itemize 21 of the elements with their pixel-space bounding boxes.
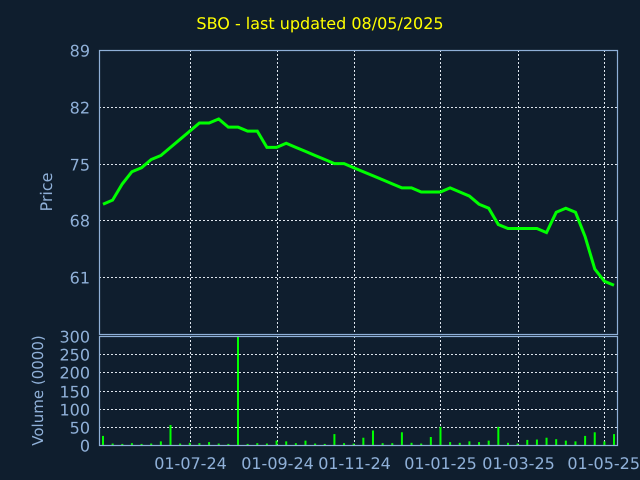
- axis-tick-label: 01-07-24: [154, 454, 227, 473]
- axis-title: Price: [37, 172, 56, 212]
- chart-title: SBO - last updated 08/05/2025: [196, 14, 444, 35]
- axis-tick-label: 89: [70, 42, 90, 60]
- axis-tick-label: 0: [80, 436, 90, 456]
- axis-tick-label: 01-11-24: [318, 454, 391, 473]
- axis-tick-label: 01-01-25: [404, 454, 477, 473]
- axis-tick-label: 82: [70, 98, 90, 118]
- axis-tick-label: 68: [70, 212, 90, 230]
- axis-tick-label: 01-05-25: [567, 454, 640, 473]
- axis-tick-label: 200: [59, 364, 90, 382]
- axis-tick-label: 100: [59, 400, 90, 420]
- axis-tick-label: 300: [59, 328, 90, 346]
- axis-tick-label: 61: [70, 268, 90, 288]
- axis-tick-label: 150: [59, 382, 90, 402]
- axis-tick-label: 250: [59, 346, 90, 364]
- axis-tick-label: 01-09-24: [241, 454, 314, 473]
- axis-tick-label: 50: [70, 418, 90, 438]
- axis-tick-label: 01-03-25: [482, 454, 555, 473]
- axis-title: Volume (0000): [29, 335, 47, 446]
- axis-tick-label: 75: [70, 156, 90, 174]
